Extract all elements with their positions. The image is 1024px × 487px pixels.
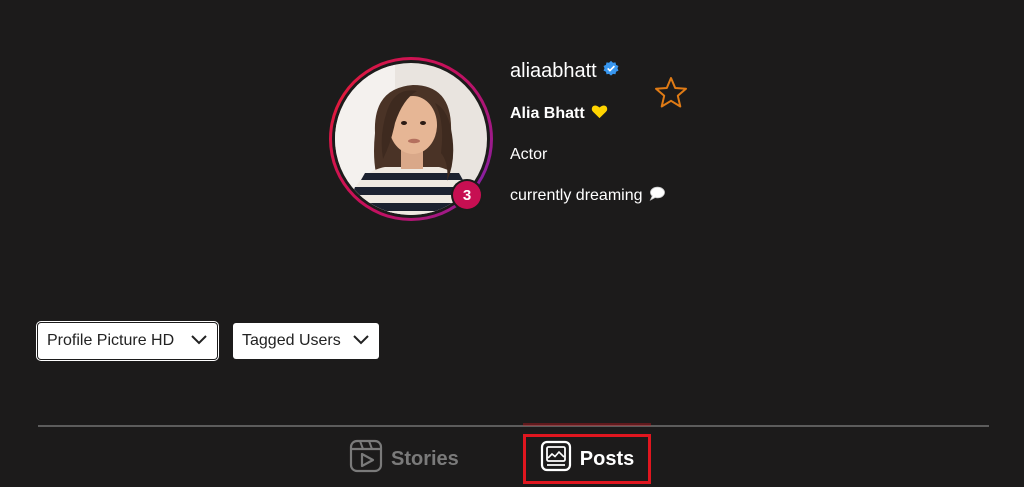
stories-icon (349, 439, 383, 479)
tab-posts-label: Posts (579, 447, 635, 470)
category-label: Actor (510, 146, 548, 163)
star-icon[interactable] (653, 75, 689, 111)
tab-divider (38, 425, 989, 427)
posts-icon (540, 440, 572, 478)
bio-text: currently dreaming (510, 187, 643, 204)
active-tab-indicator (523, 423, 651, 426)
tagged-users-button[interactable]: Tagged Users (233, 323, 379, 359)
speech-bubble-icon (649, 186, 665, 206)
profile-picture-hd-button[interactable]: Profile Picture HD (38, 323, 217, 359)
fullname-row: Alia Bhatt (510, 104, 608, 124)
verified-icon (602, 60, 620, 83)
username: aliaabhatt (510, 60, 597, 82)
tab-posts[interactable]: Posts (523, 434, 651, 484)
full-name: Alia Bhatt (510, 105, 585, 122)
chevron-down-icon (190, 332, 208, 350)
yellow-heart-icon (591, 104, 608, 124)
profile-picture-hd-label: Profile Picture HD (47, 332, 175, 349)
username-row: aliaabhatt (510, 60, 620, 83)
profile-avatar[interactable]: 3 (329, 57, 493, 221)
tagged-users-label: Tagged Users (242, 332, 341, 349)
chevron-down-icon (352, 332, 370, 350)
bio: currently dreaming (510, 186, 665, 206)
story-count-badge: 3 (453, 181, 481, 209)
tab-stories-label: Stories (391, 447, 459, 470)
tab-stories[interactable]: Stories (349, 434, 459, 484)
